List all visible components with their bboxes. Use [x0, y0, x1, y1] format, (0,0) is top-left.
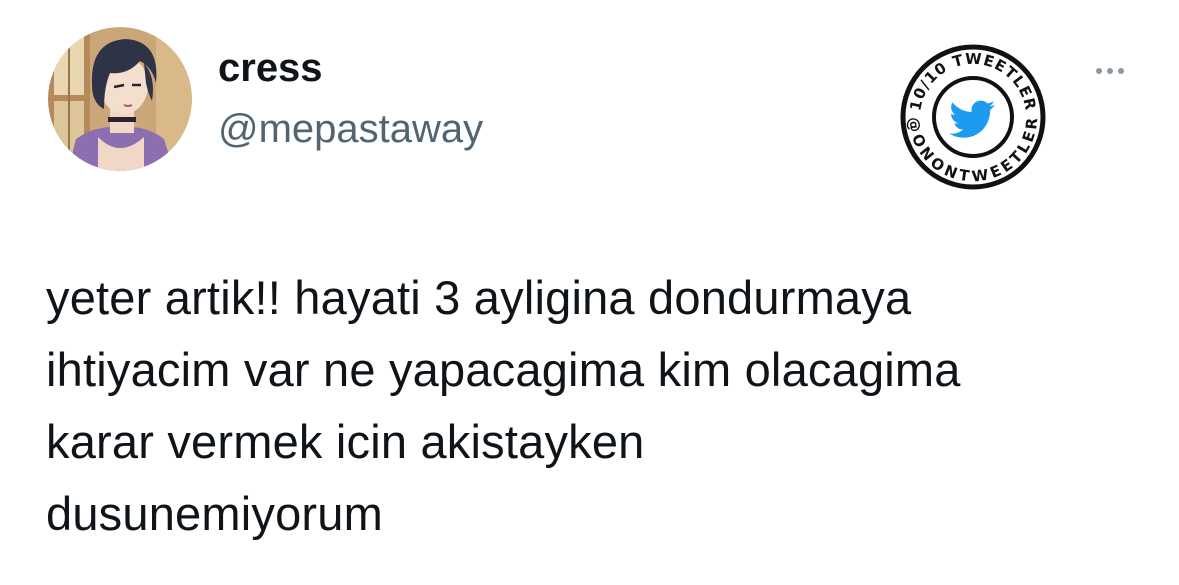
avatar[interactable] [48, 27, 192, 171]
tweet-text: yeter artik!! hayati 3 ayligina dondurma… [46, 262, 1156, 550]
tweet-card: cress @mepastaway 10/10 TWEETLER @ONONTW… [0, 0, 1179, 585]
author-handle[interactable]: @mepastaway [218, 104, 483, 154]
tweet-text-line: dusunemiyorum [46, 487, 383, 540]
tweet-text-line: ihtiyacim var ne yapacagima kim olacagim… [46, 343, 961, 396]
author-display-name[interactable]: cress [218, 44, 323, 92]
avatar-image [48, 27, 192, 171]
more-options-button[interactable] [1080, 56, 1140, 86]
tweet-text-line: karar vermek icin akistayken [46, 415, 645, 468]
tweet-text-line: yeter artik!! hayati 3 ayligina dondurma… [46, 271, 912, 324]
more-horizontal-icon [1096, 68, 1102, 74]
watermark-badge: 10/10 TWEETLER @ONONTWEETLER [898, 42, 1048, 192]
